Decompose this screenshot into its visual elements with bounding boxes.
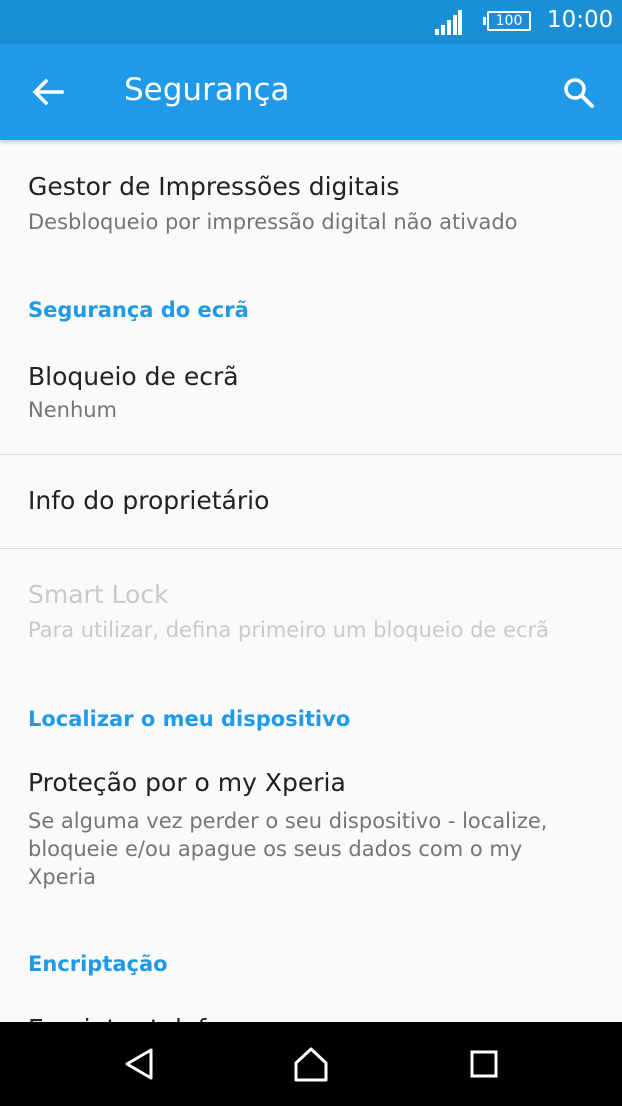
item-title: Smart Lock <box>28 580 169 609</box>
nav-home-button[interactable] <box>287 1040 335 1088</box>
item-title: Encriptar telefone <box>28 1014 253 1022</box>
search-icon <box>564 78 594 108</box>
nav-back-icon <box>125 1048 153 1080</box>
back-button[interactable] <box>24 68 72 116</box>
status-bar: 100 10:00 <box>0 0 622 44</box>
section-header-find-device: Localizar o meu dispositivo <box>28 707 351 731</box>
section-header-screen-security: Segurança do ecrã <box>28 298 249 322</box>
item-subtitle: Se alguma vez perder o seu dispositivo -… <box>28 809 548 889</box>
encrypt-phone-item[interactable]: Encriptar telefone <box>0 990 622 1022</box>
nav-back-button[interactable] <box>115 1040 163 1088</box>
arrow-back-icon <box>32 78 64 106</box>
item-subtitle: Desbloqueio por impressão digital não at… <box>28 210 518 234</box>
navigation-bar <box>0 1022 622 1106</box>
settings-list: Gestor de Impressões digitais Desbloquei… <box>0 140 622 1022</box>
battery-icon: 100 <box>483 11 531 31</box>
nav-recents-icon <box>470 1050 498 1078</box>
item-title: Info do proprietário <box>28 486 270 515</box>
signal-full-icon <box>435 10 462 35</box>
item-subtitle: Para utilizar, defina primeiro um bloque… <box>28 618 549 642</box>
app-bar: Segurança <box>0 44 622 140</box>
smart-lock-item: Smart Lock Para utilizar, defina primeir… <box>0 549 622 667</box>
screen-lock-item[interactable]: Bloqueio de ecrã Nenhum <box>0 336 622 454</box>
item-title: Proteção por o my Xperia <box>28 768 346 797</box>
owner-info-item[interactable]: Info do proprietário <box>0 455 622 548</box>
my-xperia-protection-item[interactable]: Proteção por o my Xperia Se alguma vez p… <box>0 744 622 920</box>
fingerprint-manager-item[interactable]: Gestor de Impressões digitais Desbloquei… <box>0 140 622 264</box>
search-button[interactable] <box>554 68 602 116</box>
item-title: Gestor de Impressões digitais <box>28 172 400 201</box>
status-time: 10:00 <box>547 7 614 33</box>
item-title: Bloqueio de ecrã <box>28 362 239 391</box>
section-header-encryption: Encriptação <box>28 952 168 976</box>
nav-recents-button[interactable] <box>460 1040 508 1088</box>
nav-home-icon <box>294 1047 328 1082</box>
item-subtitle: Nenhum <box>28 398 118 422</box>
battery-level: 100 <box>495 13 523 29</box>
page-title: Segurança <box>124 72 290 108</box>
